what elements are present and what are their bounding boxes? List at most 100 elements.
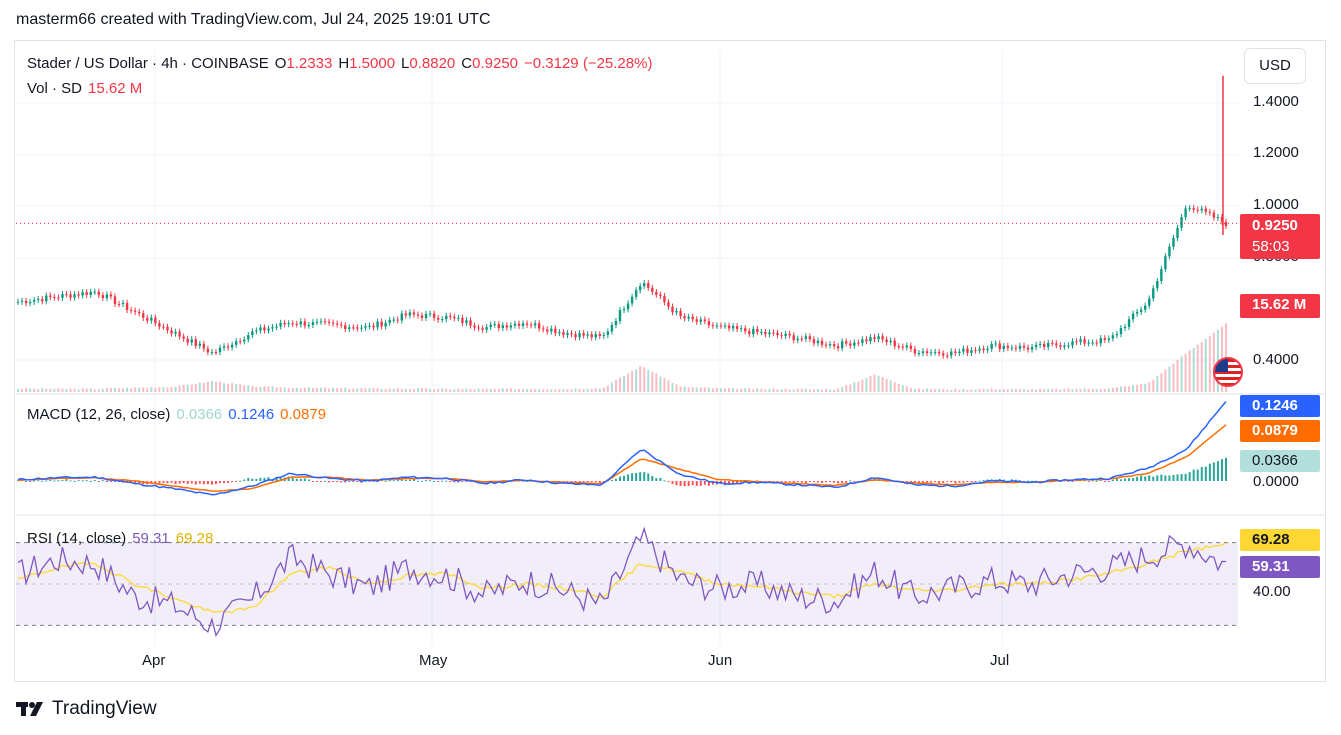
price-candle [121, 302, 125, 305]
volume-bar [562, 389, 565, 392]
us-flag-icon[interactable] [1213, 357, 1243, 387]
macd-histogram-bar [1220, 459, 1223, 481]
chart-canvas[interactable] [0, 0, 1341, 735]
price-candle [505, 325, 509, 328]
volume-bar [1099, 389, 1102, 392]
price-candle [154, 317, 157, 324]
price-candle [735, 326, 739, 329]
macd-histogram-bar [429, 480, 432, 482]
volume-bar [384, 389, 387, 392]
macd-histogram-bar [239, 480, 242, 482]
price-candle [1103, 338, 1106, 340]
volume-bar [134, 387, 137, 392]
price-candle [816, 340, 820, 344]
open-label: O [274, 55, 287, 72]
symbol-name[interactable]: Stader / US Dollar · 4h · COINBASE [27, 55, 269, 72]
volume-bar [962, 388, 965, 392]
macd-histogram-bar [198, 481, 201, 484]
price-candle [941, 353, 945, 356]
price-candle [828, 344, 832, 346]
macd-histogram-bar [958, 481, 961, 483]
volume-bar [1035, 389, 1038, 392]
macd-histogram-bar [445, 480, 448, 482]
volume-bar [873, 374, 876, 392]
volume-bar [861, 379, 864, 392]
price-candle [865, 339, 868, 342]
volume-bar [1128, 386, 1131, 392]
volume-bar [85, 388, 88, 392]
price-candle [719, 325, 723, 327]
rsi-label[interactable]: RSI (14, close) [27, 530, 126, 547]
price-candle [331, 322, 335, 324]
price-candle [877, 336, 880, 340]
price-candle [655, 292, 658, 295]
macd-histogram-bar [631, 473, 634, 481]
price-candle [408, 312, 412, 316]
macd-histogram-bar [1128, 478, 1131, 481]
tradingview-logo[interactable]: TradingView [16, 698, 157, 720]
brand-name: TradingView [52, 698, 157, 719]
price-candle [687, 316, 690, 319]
price-candle [16, 301, 20, 303]
price-candle [618, 309, 622, 321]
volume-bar [1140, 383, 1143, 392]
volume-bar [194, 383, 197, 392]
month-apr: Apr [142, 652, 166, 669]
macd-histogram-bar [235, 481, 238, 482]
macd-histogram-bar [178, 481, 181, 484]
macd-histogram-bar [449, 481, 452, 482]
price-candle [683, 316, 686, 319]
volume-bar [715, 387, 718, 392]
price-candle [380, 321, 383, 327]
volume-value: 15.62 M [88, 80, 143, 97]
macd-histogram-bar [1123, 478, 1126, 481]
price-candle [784, 333, 787, 337]
volume-bar [934, 389, 937, 392]
price-candle [473, 325, 476, 328]
price-candle [1208, 211, 1212, 213]
volume-bar [283, 387, 286, 392]
volume-label[interactable]: Vol · SD [27, 80, 82, 97]
price-candle [550, 328, 553, 332]
price-candle [1119, 328, 1123, 335]
volume-bar [49, 389, 52, 392]
macd-histogram-bar [1095, 480, 1098, 482]
macd-tag: 0.1246 [1240, 395, 1320, 417]
volume-bar [885, 378, 888, 392]
price-candle [315, 321, 319, 323]
macd-histogram-bar [804, 481, 807, 484]
price-candle [360, 327, 363, 329]
month-jul: Jul [990, 652, 1010, 669]
macd-label[interactable]: MACD (12, 26, close) [27, 406, 170, 423]
macd-histogram-bar [1172, 474, 1175, 481]
volume-bar [182, 384, 185, 392]
macd-histogram-bar [1087, 481, 1090, 482]
price-candle [744, 328, 747, 332]
volume-bar [760, 388, 763, 392]
price-candle [53, 296, 56, 298]
volume-bar [800, 388, 803, 392]
macd-histogram-bar [105, 481, 108, 482]
volume-bar [429, 389, 432, 392]
volume-bar [590, 388, 593, 392]
price-candle [978, 348, 981, 351]
price-candle [537, 323, 541, 329]
volume-bar [247, 385, 250, 392]
currency-button[interactable]: USD [1244, 48, 1306, 84]
volume-bar [534, 389, 537, 392]
price-candle [671, 306, 674, 313]
price-candle [352, 327, 355, 329]
price-legend: Stader / US Dollar · 4h · COINBASE O1.233… [27, 55, 658, 72]
volume-bar [150, 387, 153, 392]
macd-histogram-bar [938, 481, 941, 484]
price-candle [295, 323, 298, 325]
change-value: −0.3129 (−25.28%) [524, 55, 653, 72]
price-candle [89, 291, 92, 295]
macd-histogram-bar [1160, 474, 1163, 481]
volume-bar [219, 381, 222, 392]
volume-bar [1200, 342, 1203, 392]
price-candle [138, 311, 141, 314]
price-candle [917, 353, 921, 355]
volume-bar [820, 389, 823, 392]
volume-bar [485, 388, 488, 392]
